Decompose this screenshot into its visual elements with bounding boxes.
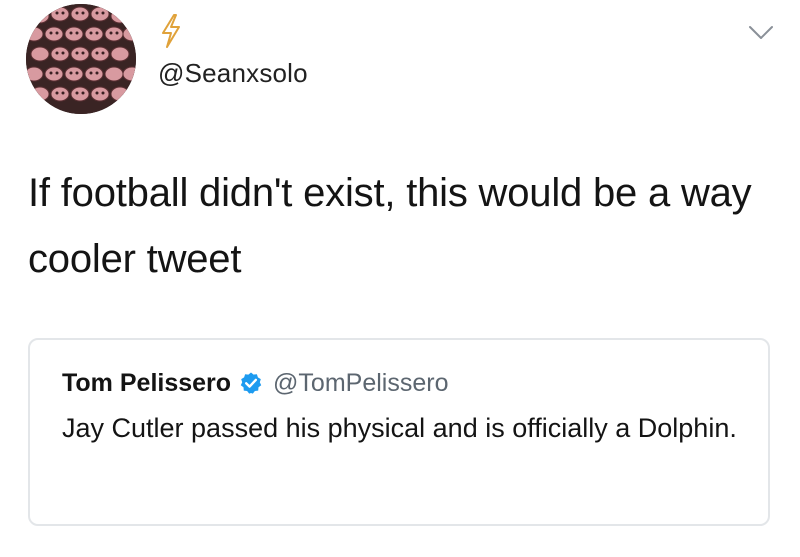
quoted-tweet-text: Jay Cutler passed his physical and is of… — [62, 413, 737, 443]
quoted-author-name: Tom Pelissero — [62, 368, 232, 397]
author-handle[interactable]: @Seanxsolo — [158, 58, 308, 89]
tweet-text: If football didn't exist, this would be … — [28, 171, 752, 281]
tweet: @Seanxsolo If football didn't exist, thi… — [0, 0, 800, 557]
quoted-tweet-card[interactable]: Tom Pelissero @TomPelissero Jay Cutler p… — [28, 338, 770, 526]
quoted-author-handle[interactable]: @TomPelissero — [273, 369, 448, 398]
avatar[interactable] — [26, 4, 136, 114]
chevron-down-icon[interactable] — [748, 24, 774, 42]
lightning-bolt-icon — [162, 14, 180, 48]
quoted-tweet-header: Tom Pelissero @TomPelissero — [62, 366, 448, 400]
mosaic-face-avatar-icon — [26, 4, 136, 114]
verified-badge-icon — [240, 372, 262, 394]
